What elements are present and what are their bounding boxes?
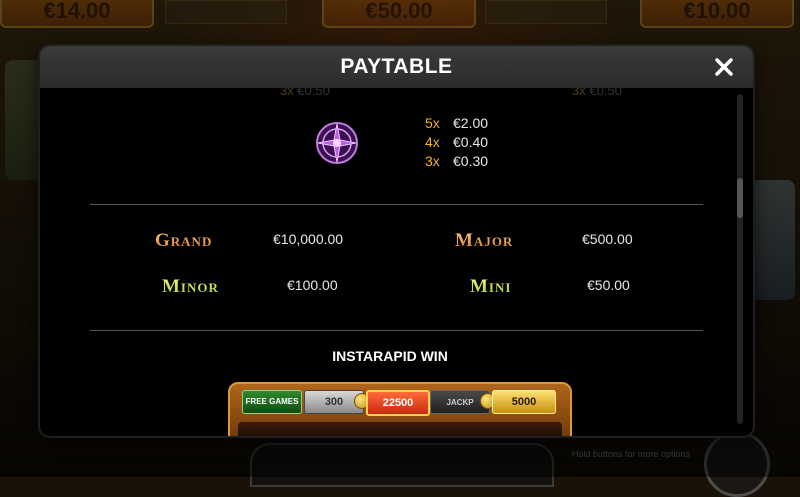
instarapid-cell-free-games: FREE GAMES xyxy=(242,390,302,414)
instarapid-cell-22500: 22500 xyxy=(366,390,430,416)
payout-multiplier: 5x xyxy=(425,115,440,131)
section-divider xyxy=(90,330,703,331)
payout-row: 4x €0.40 xyxy=(425,133,488,152)
faded-amount: €0.50 xyxy=(589,88,622,98)
payout-multiplier: 3x xyxy=(425,153,440,169)
jackpot-value-mini: €50.00 xyxy=(587,277,630,293)
payout-row: 3x €0.30 xyxy=(425,152,488,171)
section-divider xyxy=(90,204,703,205)
instarapid-illustration: FREE GAMES 300 22500 JACKP 5000 xyxy=(228,382,572,436)
close-button[interactable] xyxy=(709,52,739,82)
jackpot-label-grand: Grand xyxy=(155,230,213,251)
jackpot-value-grand: €10,000.00 xyxy=(273,231,344,247)
modal-title: PAYTABLE xyxy=(340,55,453,78)
faded-multiplier: 3x xyxy=(280,88,294,98)
jackpot-label-major: Major xyxy=(455,230,514,251)
paytable-scroll-area[interactable]: 3x €0.50 3x €0.50 5x €2.00 4x €0.40 3x €0.3… xyxy=(40,88,740,436)
faded-multiplier: 3x xyxy=(572,88,586,98)
instarapid-title: INSTARAPID WIN xyxy=(332,348,448,364)
faded-amount: €0.50 xyxy=(297,88,330,98)
payout-multiplier: 4x xyxy=(425,134,440,150)
scrollbar-track[interactable] xyxy=(737,94,743,424)
payout-amount: €0.30 xyxy=(453,153,489,169)
close-icon xyxy=(715,58,733,76)
payout-amount: €0.40 xyxy=(453,134,489,150)
jackpot-label-mini: Mini xyxy=(470,276,512,297)
paytable-modal: PAYTABLE 3x €0.50 3x €0.50 5x €2.00 4x €… xyxy=(40,46,753,436)
instarapid-reel-base xyxy=(238,422,562,436)
jackpot-value-major: €500.00 xyxy=(582,231,633,247)
faded-payout-right: 3x €0.50 xyxy=(572,88,622,98)
instarapid-cell-5000: 5000 xyxy=(492,390,556,414)
payout-amount: €2.00 xyxy=(453,115,489,131)
compass-emblem-icon xyxy=(316,122,358,164)
symbol-payout-list: 5x €2.00 4x €0.40 3x €0.30 xyxy=(425,114,488,171)
jackpot-label-minor: Minor xyxy=(162,276,219,297)
modal-header: PAYTABLE xyxy=(40,46,753,88)
jackpot-value-minor: €100.00 xyxy=(287,277,338,293)
payout-row: 5x €2.00 xyxy=(425,114,488,133)
faded-payout-left: 3x €0.50 xyxy=(280,88,330,98)
scrollbar-thumb[interactable] xyxy=(737,178,743,218)
